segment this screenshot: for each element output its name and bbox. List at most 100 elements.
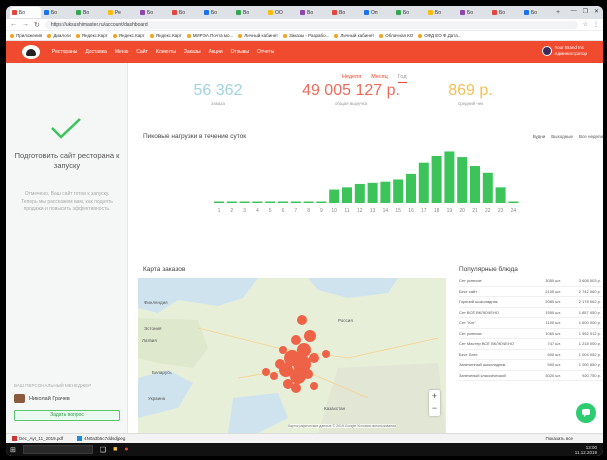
chart-bar[interactable] [214, 201, 224, 204]
back-icon[interactable]: ← [10, 21, 17, 28]
tab-title: Бо [19, 9, 26, 16]
browser-menu-icon[interactable]: ⋮ [593, 21, 599, 28]
bookmark-item[interactable]: Личный кабинет [238, 33, 278, 38]
chart-bar[interactable] [508, 201, 519, 204]
bookmark-item[interactable]: МИРЭА.Почта мо... [186, 33, 233, 38]
menu-item[interactable]: Меню [115, 49, 129, 55]
chart-bar[interactable] [354, 183, 365, 203]
explorer-icon[interactable]: ■ [113, 446, 117, 453]
chart-bar[interactable] [393, 179, 404, 203]
bookmark-item[interactable]: Заказы - Разрабо... [283, 33, 329, 38]
chart-bar[interactable] [226, 201, 237, 204]
menu-item[interactable]: Отзывы [231, 49, 249, 55]
chart-bar[interactable] [252, 201, 263, 204]
menu-item[interactable]: Клиенты [156, 49, 176, 55]
chart-bar[interactable] [470, 166, 480, 203]
chart-bar[interactable] [329, 189, 340, 203]
reload-icon[interactable]: ↻ [34, 21, 40, 29]
zoom-out-button[interactable]: − [429, 403, 440, 416]
taskbar-search[interactable] [22, 445, 93, 454]
menu-item[interactable]: Рестораны [52, 49, 77, 55]
menu-item[interactable]: Доставка [85, 49, 106, 55]
browser-tab[interactable]: Бо [170, 7, 201, 18]
browser-tab[interactable]: Бо [458, 7, 489, 18]
browser-tab[interactable]: Оп [362, 7, 393, 18]
browser-tab[interactable]: Во [298, 7, 329, 18]
map-canvas[interactable] [138, 278, 446, 433]
browser-tab[interactable]: Бо [522, 7, 553, 18]
bookmark-item[interactable]: Яндекс.Карт [149, 33, 182, 38]
chart-bar[interactable] [290, 201, 301, 204]
toggle-weekdays[interactable]: Будни [533, 134, 546, 139]
browser-tab[interactable]: Ре [106, 7, 137, 18]
menu-item[interactable]: Отчеты [257, 49, 274, 55]
minimize-button[interactable]: — [571, 8, 577, 15]
tab-title: Во [243, 9, 250, 16]
browser-tab[interactable]: ОО [266, 7, 297, 18]
bookmark-item[interactable]: ОФД ЕО Ф.Дата... [418, 33, 461, 38]
chart-bar[interactable] [457, 157, 468, 203]
bookmark-item[interactable]: Личный кабинет [334, 33, 374, 38]
toggle-all-weeks[interactable]: Все недели [579, 134, 603, 139]
chart-bar[interactable] [444, 151, 455, 203]
chart-bar[interactable] [380, 181, 391, 203]
bookmark-item[interactable]: Облачная КО [379, 33, 413, 38]
browser-tab[interactable]: Бо [490, 7, 521, 18]
chart-bar[interactable] [482, 172, 493, 203]
show-all-downloads[interactable]: Показать все [546, 436, 573, 441]
download-item[interactable]: Dec_Ayt_11_2019.pdf [12, 436, 63, 441]
chrome-icon[interactable]: ● [124, 446, 128, 453]
close-window-button[interactable]: ✕ [594, 8, 599, 15]
zoom-in-button[interactable]: + [429, 390, 440, 403]
windows-start-icon[interactable]: ⊞ [10, 446, 16, 454]
dish-qty: 2105 шт. [545, 288, 561, 294]
bookmark-item[interactable]: Диалоги [47, 33, 71, 38]
chart-bar[interactable] [431, 155, 442, 203]
task-view-icon[interactable]: ❑ [100, 446, 106, 454]
orders-map[interactable]: Финляндия Эстония Латвия Беларусь Украин… [138, 278, 446, 433]
menu-item[interactable]: Сайт [136, 49, 148, 55]
browser-tab[interactable]: Во [234, 7, 265, 18]
bookmark-item[interactable]: Приложения [10, 33, 42, 38]
chart-bar[interactable] [418, 162, 429, 203]
address-bar[interactable]: https://uksushimaster.ru/account/dashboa… [44, 20, 578, 29]
kpi-orders-label: заказа [211, 101, 225, 106]
browser-tab[interactable]: Бо [138, 7, 169, 18]
chart-bar[interactable] [239, 201, 250, 204]
x-tick-label: 5 [269, 208, 272, 214]
chart-bar[interactable] [342, 187, 352, 203]
bookmark-item[interactable]: Яндекс.Карт [75, 33, 108, 38]
browser-tab[interactable]: Бо [10, 7, 41, 18]
browser-tab[interactable]: Бо [202, 7, 233, 18]
x-tick-label: 6 [282, 208, 285, 214]
new-tab-button[interactable]: + [556, 9, 560, 16]
chart-bar[interactable] [495, 187, 506, 203]
browser-tab[interactable]: Бо [394, 7, 425, 18]
menu-item[interactable]: Акции [209, 49, 223, 55]
chat-button[interactable] [576, 403, 596, 423]
chart-bar[interactable] [367, 182, 378, 203]
user-menu[interactable]: Your Brand Inc Администратор [541, 45, 587, 57]
chart-bar[interactable] [316, 201, 327, 204]
logo[interactable] [22, 45, 40, 59]
browser-tab[interactable]: Во [330, 7, 361, 18]
download-item[interactable]: 4N0a3b5c7ddsdjpeg [77, 436, 125, 441]
chart-bar[interactable] [406, 173, 416, 203]
hourly-load-chart: 1 2 3 4 5 6 7 8 9 10 11 12 13 14 15 16 17 18 19 20 21 22 23 24 [214, 151, 519, 214]
chart-bar[interactable] [278, 201, 288, 204]
dish-qty: 1060 шт. [545, 330, 561, 336]
browser-tab[interactable]: Бо [42, 7, 73, 18]
chart-bar[interactable] [303, 201, 314, 204]
dish-qty: 590 шт. [547, 362, 562, 368]
bookmark-star-icon[interactable]: ☆ [583, 21, 588, 28]
menu-item[interactable]: Заказы [184, 49, 201, 55]
contact-manager-button[interactable]: Задать вопрос [14, 410, 120, 421]
forward-icon[interactable]: → [22, 21, 29, 28]
browser-tab[interactable]: Бо [426, 7, 457, 18]
maximize-button[interactable]: ❐ [583, 8, 588, 15]
chart-bar[interactable] [265, 201, 276, 204]
dish-qty: 1100 шт. [545, 320, 561, 326]
toggle-weekends[interactable]: Выходные [551, 134, 573, 139]
browser-tab[interactable]: Во [74, 7, 105, 18]
bookmark-item[interactable]: Яндекс.Карт [112, 33, 145, 38]
